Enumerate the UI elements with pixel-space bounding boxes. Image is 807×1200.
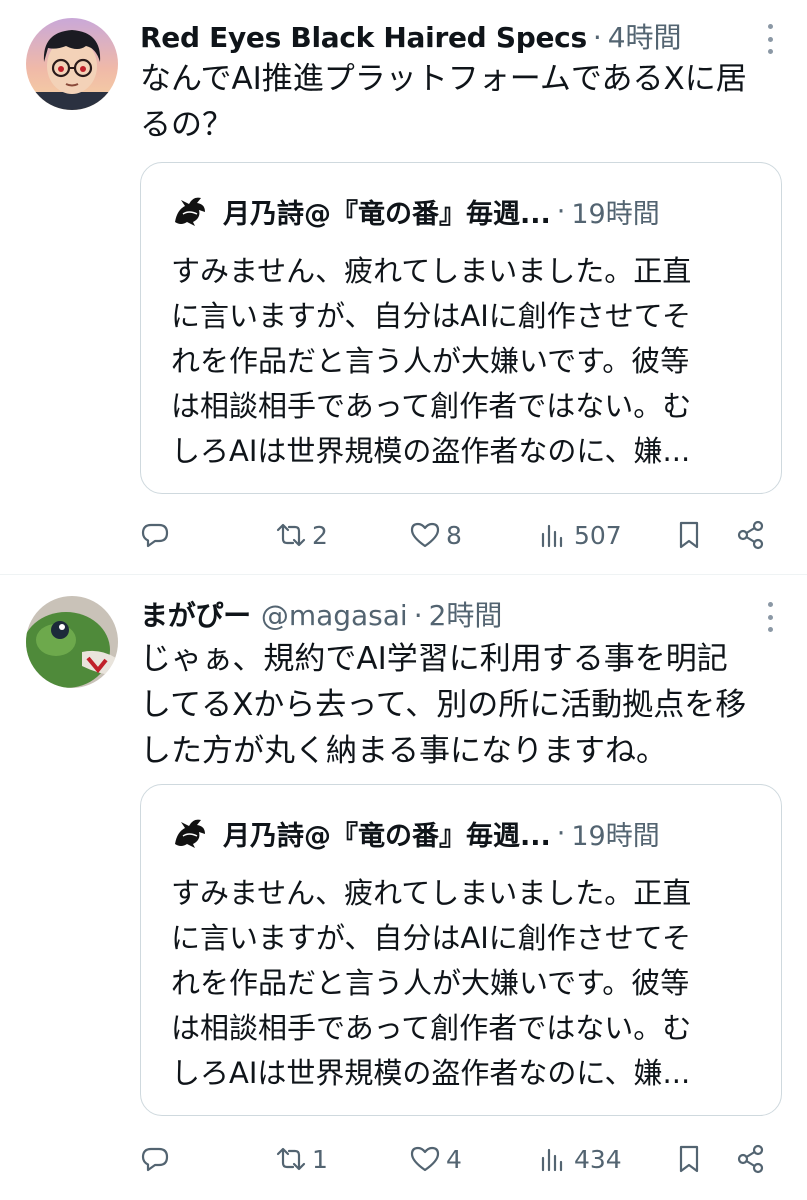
views-button[interactable]: 507 [536, 515, 622, 555]
reply-button[interactable] [138, 515, 176, 555]
like-count: 8 [446, 520, 462, 550]
views-button[interactable]: 434 [536, 1139, 622, 1179]
quoted-display-name[interactable]: 月乃詩@『竜の番』毎週... [223, 192, 551, 231]
avatar[interactable] [26, 596, 118, 688]
more-dots-icon[interactable] [765, 602, 775, 632]
tweet[interactable]: まがぴー @magasai · 2時間 じゃぁ、規約でAI学習に利用する事を明記… [0, 576, 807, 1200]
quoted-tweet-header: 月乃詩@『竜の番』毎週... · 19時間 [171, 191, 741, 231]
quoted-display-name[interactable]: 月乃詩@『竜の番』毎週... [223, 814, 551, 853]
retweet-button[interactable]: 2 [274, 515, 328, 555]
tweet[interactable]: Red Eyes Black Haired Specs · 4時間 なんでAI推… [0, 0, 807, 575]
quoted-tweet-header: 月乃詩@『竜の番』毎週... · 19時間 [171, 813, 741, 853]
bookmark-icon [679, 521, 699, 549]
display-name[interactable]: まがぴー [140, 594, 251, 634]
heart-icon [410, 522, 440, 548]
quoted-tweet-text: すみません、疲れてしまいました。正直 に言いますが、自分はAIに創作させてそ れ… [171, 254, 692, 468]
views-icon [541, 1148, 563, 1172]
bookmark-button[interactable] [672, 515, 706, 555]
share-button[interactable] [734, 1139, 768, 1179]
share-icon [737, 520, 764, 550]
reply-button[interactable] [138, 1139, 176, 1179]
quoted-timestamp: 19時間 [571, 198, 660, 230]
views-icon [541, 524, 563, 548]
quoted-tweet[interactable]: 月乃詩@『竜の番』毎週... · 19時間 すみません、疲れてしまいました。正直… [140, 162, 782, 494]
tweet-header: Red Eyes Black Haired Specs · 4時間 [140, 16, 737, 56]
quoted-tweet-text: すみません、疲れてしまいました。正直 に言いますが、自分はAIに創作させてそ れ… [171, 876, 692, 1090]
action-bar: 1 4 434 [138, 1139, 781, 1179]
retweet-count: 2 [312, 520, 328, 550]
view-count: 507 [574, 520, 622, 550]
retweet-icon [276, 523, 306, 547]
timestamp[interactable]: 2時間 [429, 594, 503, 634]
separator-dot: · [556, 195, 566, 227]
view-count: 434 [574, 1144, 622, 1174]
quoted-avatar [175, 819, 205, 848]
quoted-avatar [175, 197, 205, 226]
like-button[interactable]: 8 [408, 515, 462, 555]
tweet-text: じゃぁ、規約でAI学習に利用する事を明記 してるXから去って、別の所に活動拠点を… [140, 641, 747, 769]
tweet-header: まがぴー @magasai · 2時間 [140, 594, 737, 634]
like-button[interactable]: 4 [408, 1139, 462, 1179]
separator-dot: · [592, 21, 602, 54]
bookmark-button[interactable] [672, 1139, 706, 1179]
more-dots-icon[interactable] [765, 24, 775, 54]
like-count: 4 [446, 1144, 462, 1174]
handle[interactable]: @magasai [261, 599, 408, 632]
avatar[interactable] [26, 18, 118, 110]
display-name[interactable]: Red Eyes Black Haired Specs [140, 21, 587, 54]
retweet-count: 1 [312, 1144, 328, 1174]
retweet-icon [276, 1147, 306, 1171]
share-button[interactable] [734, 515, 768, 555]
reply-icon [141, 523, 169, 548]
heart-icon [410, 1146, 440, 1172]
bookmark-icon [679, 1145, 699, 1173]
timestamp[interactable]: 4時間 [608, 16, 682, 56]
separator-dot: · [413, 599, 423, 632]
share-icon [737, 1144, 764, 1174]
reply-icon [141, 1147, 169, 1172]
action-bar: 2 8 507 [138, 515, 781, 555]
tweet-text: なんでAI推進プラットフォームであるXに居 るの？ [140, 61, 747, 143]
separator-dot: · [556, 817, 566, 849]
quoted-tweet[interactable]: 月乃詩@『竜の番』毎週... · 19時間 すみません、疲れてしまいました。正直… [140, 784, 782, 1116]
retweet-button[interactable]: 1 [274, 1139, 328, 1179]
quoted-timestamp: 19時間 [571, 820, 660, 852]
